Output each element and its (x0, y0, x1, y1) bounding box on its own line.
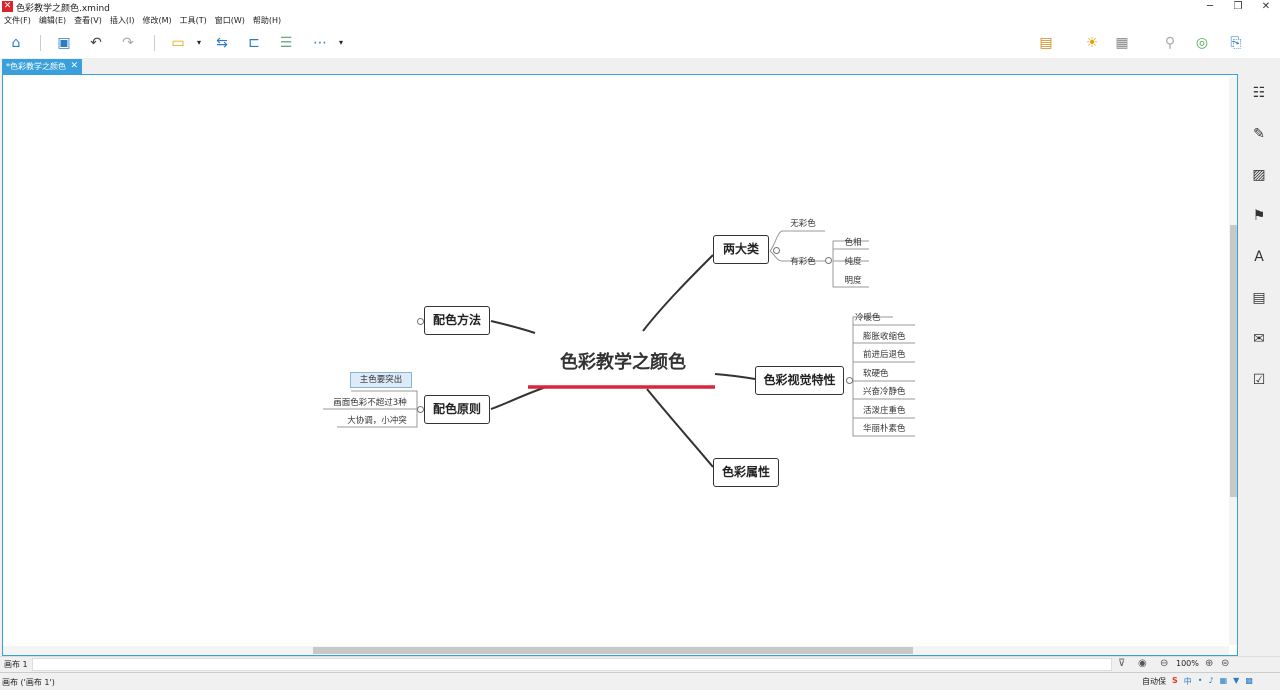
mindmap-canvas[interactable]: 色彩教学之颜色 两大类 配色方法 配色原则 色彩视觉特性 色彩属性 无彩色 有彩… (2, 74, 1238, 656)
menu-view[interactable]: 查看(V) (70, 14, 106, 28)
collapse-toggle[interactable] (846, 377, 853, 384)
chevron-down-icon[interactable]: ▾ (336, 33, 346, 53)
fit-icon[interactable]: ⊜ (1221, 658, 1229, 669)
subtopic-zhuse-selected[interactable]: 主色要突出 (350, 372, 412, 388)
subtopic-wucaise[interactable]: 无彩色 (783, 217, 823, 229)
window-title: 色彩教学之颜色.xmind (16, 4, 110, 14)
undo-icon[interactable]: ↶ (86, 33, 106, 53)
subtopic-xingfen[interactable]: 兴奋冷静色 (855, 385, 915, 397)
footer-status-bar: 画布 ('画布 1') 自动保 S 中 • ♪ ▦ ▼ ▩ (0, 672, 1280, 690)
menu-insert[interactable]: 插入(I) (106, 14, 139, 28)
collapse-toggle[interactable] (417, 318, 424, 325)
topic-shuxing[interactable]: 色彩属性 (713, 458, 779, 487)
sheet-bar: 画布 1 ⊽ ◉ ⊖ 100% ⊕ ⊜ (0, 656, 1280, 672)
comment-icon[interactable]: ✉ (1250, 330, 1268, 348)
skin-icon[interactable]: ▼ (1233, 676, 1239, 687)
task-icon[interactable]: ☑ (1250, 371, 1268, 389)
scroll-thumb[interactable] (1230, 225, 1237, 497)
subtopic-youcaise[interactable]: 有彩色 (783, 255, 823, 267)
topic-liangdalei[interactable]: 两大类 (713, 235, 769, 264)
zoom-level: 100% (1176, 659, 1199, 668)
autosave-label: 自动保 (1142, 677, 1166, 686)
xmind-logo-icon: ✕ (2, 1, 13, 12)
topic-style-icon[interactable]: ▭ (168, 33, 188, 53)
brainstorm-icon[interactable]: ☀ (1082, 33, 1102, 53)
restore-button[interactable]: ❐ (1224, 0, 1252, 14)
menu-edit[interactable]: 编辑(E) (35, 14, 70, 28)
home-icon[interactable]: ⌂ (6, 33, 26, 53)
title-bar: ✕ 色彩教学之颜色.xmind ─ ❐ ✕ (0, 0, 1280, 14)
sheet-area (32, 658, 1112, 671)
close-window-button[interactable]: ✕ (1252, 0, 1280, 14)
notes-icon[interactable]: ▤ (1250, 289, 1268, 307)
subtopic-bu-chaoguo[interactable]: 画面色彩不超过3种 (323, 396, 417, 408)
filter-icon[interactable]: ⊽ (1118, 658, 1125, 669)
format-brush-icon[interactable]: ✎ (1250, 125, 1268, 143)
collapse-toggle[interactable] (825, 257, 832, 264)
toolbar: ⌂ ▣ ↶ ↷ ▭ ▾ ⇆ ⊏ ☰ ⋯ ▾ ▤ ☀ ▦ ⚲ ◎ ⎘ (0, 28, 1280, 58)
presentation-icon[interactable]: ▤ (1036, 33, 1056, 53)
sheet-tab[interactable]: 画布 1 (4, 659, 28, 670)
tab-bar: *色彩教学之颜色 ✕ (0, 58, 1280, 74)
boundary-icon[interactable]: ⊏ (244, 33, 264, 53)
menu-bar: 文件(F) 编辑(E) 查看(V) 插入(I) 修改(M) 工具(T) 窗口(W… (0, 14, 1280, 28)
summary-icon[interactable]: ☰ (276, 33, 296, 53)
subtopic-mingdu[interactable]: 明度 (837, 274, 869, 286)
menu-file[interactable]: 文件(F) (0, 14, 35, 28)
collapse-toggle[interactable] (773, 247, 780, 254)
ime-mode[interactable]: 中 (1184, 676, 1192, 687)
subtopic-pengzhang[interactable]: 膨胀收缩色 (855, 330, 915, 342)
marker-flag-icon[interactable]: ⚑ (1250, 207, 1268, 225)
toolbox-icon[interactable]: ▩ (1245, 676, 1253, 687)
central-topic[interactable]: 色彩教学之颜色 (543, 348, 703, 374)
subtopic-chundu[interactable]: 纯度 (837, 255, 869, 267)
export-icon[interactable]: ⎘ (1226, 33, 1246, 53)
chevron-down-icon[interactable]: ▾ (194, 33, 204, 53)
subtopic-sexiang[interactable]: 色相 (837, 236, 869, 248)
gantt-icon[interactable]: ▦ (1112, 33, 1132, 53)
punctuation-icon[interactable]: • (1198, 676, 1203, 687)
subtopic-huopo[interactable]: 活泼庄重色 (855, 404, 915, 416)
collapse-toggle[interactable] (417, 406, 424, 413)
more-icon[interactable]: ⋯ (310, 33, 330, 53)
minimize-button[interactable]: ─ (1196, 0, 1224, 14)
eye-icon[interactable]: ◉ (1138, 658, 1147, 669)
image-icon[interactable]: ▨ (1250, 166, 1268, 184)
topic-peise-yuanze[interactable]: 配色原则 (424, 395, 490, 424)
relationship-icon[interactable]: ⇆ (212, 33, 232, 53)
subtopic-xietiao[interactable]: 大协调，小冲突 (337, 414, 417, 426)
outline-icon[interactable]: ☷ (1250, 84, 1268, 102)
share-icon[interactable]: ◎ (1192, 33, 1212, 53)
keyboard-icon[interactable]: ▦ (1220, 676, 1228, 687)
subtopic-lengnuan[interactable]: 冷暖色 (855, 311, 901, 323)
vertical-scrollbar[interactable] (1229, 77, 1237, 645)
menu-tools[interactable]: 工具(T) (176, 14, 211, 28)
subtopic-ruanying[interactable]: 软硬色 (855, 367, 915, 379)
right-panel: ☷ ✎ ▨ ⚑ A ▤ ✉ ☑ (1240, 74, 1280, 656)
subtopic-qianjin[interactable]: 前进后退色 (855, 348, 915, 360)
topic-shijue-texing[interactable]: 色彩视觉特性 (755, 366, 844, 395)
horizontal-scrollbar[interactable] (3, 646, 1229, 655)
zoom-out-icon[interactable]: ⊖ (1160, 658, 1168, 669)
status-text: 画布 ('画布 1') (2, 678, 55, 687)
scroll-thumb[interactable] (313, 647, 913, 654)
save-icon[interactable]: ▣ (54, 33, 74, 53)
zoom-in-icon[interactable]: ⊕ (1205, 658, 1213, 669)
menu-help[interactable]: 帮助(H) (249, 14, 285, 28)
search-icon[interactable]: ⚲ (1160, 33, 1180, 53)
tab-document[interactable]: *色彩教学之颜色 ✕ (2, 59, 82, 74)
microphone-icon[interactable]: ♪ (1208, 676, 1213, 687)
font-icon[interactable]: A (1250, 248, 1268, 266)
tab-label: *色彩教学之颜色 (6, 62, 66, 71)
menu-window[interactable]: 窗口(W) (211, 14, 249, 28)
close-icon[interactable]: ✕ (70, 59, 78, 74)
topic-peise-fangfa[interactable]: 配色方法 (424, 306, 490, 335)
redo-icon[interactable]: ↷ (118, 33, 138, 53)
menu-modify[interactable]: 修改(M) (138, 14, 175, 28)
subtopic-huali[interactable]: 华丽朴素色 (855, 422, 915, 434)
sogou-icon[interactable]: S (1172, 676, 1178, 687)
